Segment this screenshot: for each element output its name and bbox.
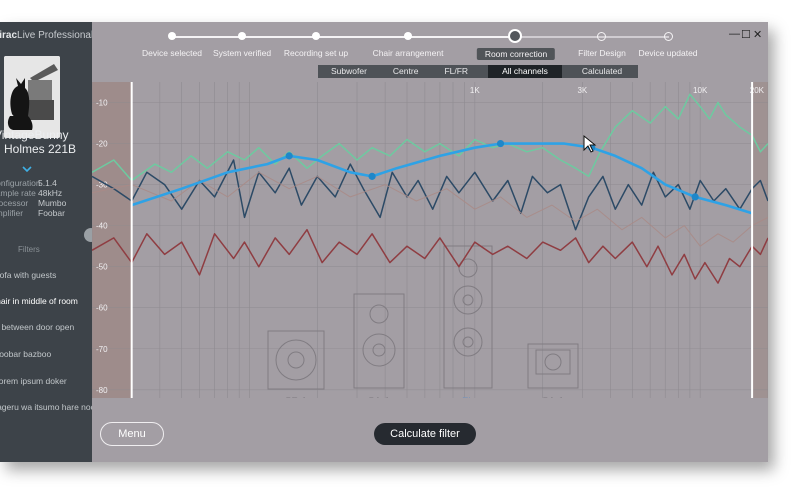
target-control-point[interactable] <box>691 193 699 201</box>
filter-item[interactable]: Foobar bazboo <box>0 349 51 359</box>
sidebar-collapse-handle[interactable] <box>84 228 92 242</box>
tab-all-channels[interactable]: All channels <box>488 65 562 78</box>
target-control-point[interactable] <box>285 152 293 160</box>
measurement-line-measured-red <box>92 228 768 284</box>
filter-item[interactable]: Sofa with guests <box>0 270 56 280</box>
x-axis-labels: 1K 3K 10K 20K <box>470 86 765 95</box>
menu-button[interactable]: Menu <box>100 422 164 446</box>
step-dot[interactable] <box>404 32 412 40</box>
x-tick-label: 3K <box>577 86 587 95</box>
stepper-track-todo <box>515 36 669 38</box>
chart-bands <box>92 82 768 398</box>
filters-heading: Filters <box>18 245 40 254</box>
maximize-icon[interactable]: ☐ <box>741 28 751 41</box>
filter-item[interactable]: In between door open <box>0 322 74 332</box>
close-icon[interactable]: ✕ <box>753 28 762 41</box>
chart-series <box>92 93 768 284</box>
speaker-label: SA-1 <box>368 396 391 398</box>
sidebar: DiracLive Professional VintageBunny Holm… <box>0 22 92 462</box>
profile-name-line2: Holmes 221B <box>4 142 77 156</box>
info-key: Processor <box>0 198 29 208</box>
target-control-point[interactable] <box>496 139 505 148</box>
minimize-icon[interactable]: — <box>729 28 740 40</box>
step-dot[interactable] <box>238 32 246 40</box>
x-tick-label: 1K <box>470 86 480 95</box>
info-value: Mumbo <box>38 198 67 208</box>
step-label[interactable]: System verified <box>213 48 271 58</box>
speaker-outline <box>443 245 493 389</box>
y-tick-label: -60 <box>96 304 108 313</box>
filter-item[interactable]: Lorem ipsum doker <box>0 376 67 386</box>
y-tick-label: -70 <box>96 345 108 354</box>
app-brand: DiracLive Professional <box>0 30 92 41</box>
tab-fl-fr[interactable]: FL/FR <box>431 65 488 78</box>
tab-calculated[interactable]: Calculated <box>566 65 638 78</box>
tab-subwoofer[interactable]: Subwofer <box>318 65 380 78</box>
step-label-current[interactable]: Room correction <box>476 48 556 60</box>
tab-centre[interactable]: Centre <box>380 65 432 78</box>
step-label[interactable]: Chair arrangement <box>373 48 444 58</box>
step-dot[interactable] <box>597 32 606 41</box>
step-label[interactable]: Device updated <box>638 48 697 58</box>
step-dot[interactable] <box>312 32 320 40</box>
channel-tabs: Subwofer Centre FL/FR All channels Calcu… <box>318 65 639 78</box>
info-value: 5.1.4 <box>38 178 57 188</box>
profile-info: Configuration5.1.4 Sample rate48kHz Proc… <box>0 178 66 218</box>
chevron-down-icon[interactable] <box>22 164 32 174</box>
info-row: Sample rate48kHz <box>0 188 62 198</box>
step-label[interactable]: Device selected <box>142 48 202 58</box>
step-dot[interactable] <box>168 32 176 40</box>
speaker-label: SA-1 <box>542 396 565 398</box>
info-row: Amplifier Foobar <box>0 208 65 218</box>
speaker-driver <box>372 343 386 357</box>
brand-prefix: Dirac <box>0 30 18 41</box>
calculate-filter-button[interactable]: Calculate filter <box>374 423 476 445</box>
info-key: Amplifier <box>0 208 24 218</box>
step-dot-current[interactable] <box>508 29 522 43</box>
info-key: Sample rate <box>0 188 36 198</box>
target-control-point[interactable] <box>368 172 376 180</box>
out-of-range-band-high <box>752 82 768 398</box>
speaker-illustrations: SP-1 SA-1 FL SA-1 <box>267 245 579 398</box>
speaker-driver <box>275 339 317 381</box>
speaker-driver <box>362 333 396 367</box>
y-tick-label: -20 <box>96 140 108 149</box>
profile-avatar <box>4 56 60 138</box>
speaker-outline <box>353 293 405 389</box>
speaker-driver <box>544 353 562 371</box>
speaker-label: SP-1 <box>285 396 308 398</box>
info-value: 48kHz <box>38 188 63 198</box>
info-row: Configuration5.1.4 <box>0 178 57 188</box>
y-tick-label: -10 <box>96 99 108 108</box>
info-key: Configuration <box>0 178 41 188</box>
info-value: Foobar <box>38 208 65 218</box>
speaker-label: FL <box>462 396 474 398</box>
measurement-line-measured-green <box>92 93 768 182</box>
filter-item-active[interactable]: Chair in middle of room <box>0 296 78 306</box>
step-label[interactable]: Recording set up <box>284 48 348 58</box>
filter-item[interactable]: Mageru wa itsumo hare nochi <box>0 402 92 412</box>
speaker-driver <box>453 327 483 357</box>
measurement-line-measured-navy <box>92 159 768 231</box>
chart-grid <box>92 82 768 398</box>
y-tick-label: -40 <box>96 222 108 231</box>
brand-suffix: Live Professional <box>17 30 92 41</box>
speaker-driver <box>287 351 305 369</box>
step-label[interactable]: Filter Design <box>578 48 626 58</box>
step-dot[interactable] <box>664 32 673 41</box>
stepper-track-done <box>172 36 515 38</box>
frequency-response-chart[interactable]: SP-1SA-1FLSA-1 -10-20-30-40-50-60-70-80 … <box>92 82 768 398</box>
speaker-driver <box>453 285 483 315</box>
profile-name: VintageBunny Holmes 221B <box>0 128 76 156</box>
y-tick-label: -50 <box>96 263 108 272</box>
x-tick-label: 10K <box>693 86 708 95</box>
info-row: Processor Mumbo <box>0 198 66 208</box>
y-tick-label: -80 <box>96 386 108 395</box>
profile-name-line1: VintageBunny <box>0 128 69 142</box>
